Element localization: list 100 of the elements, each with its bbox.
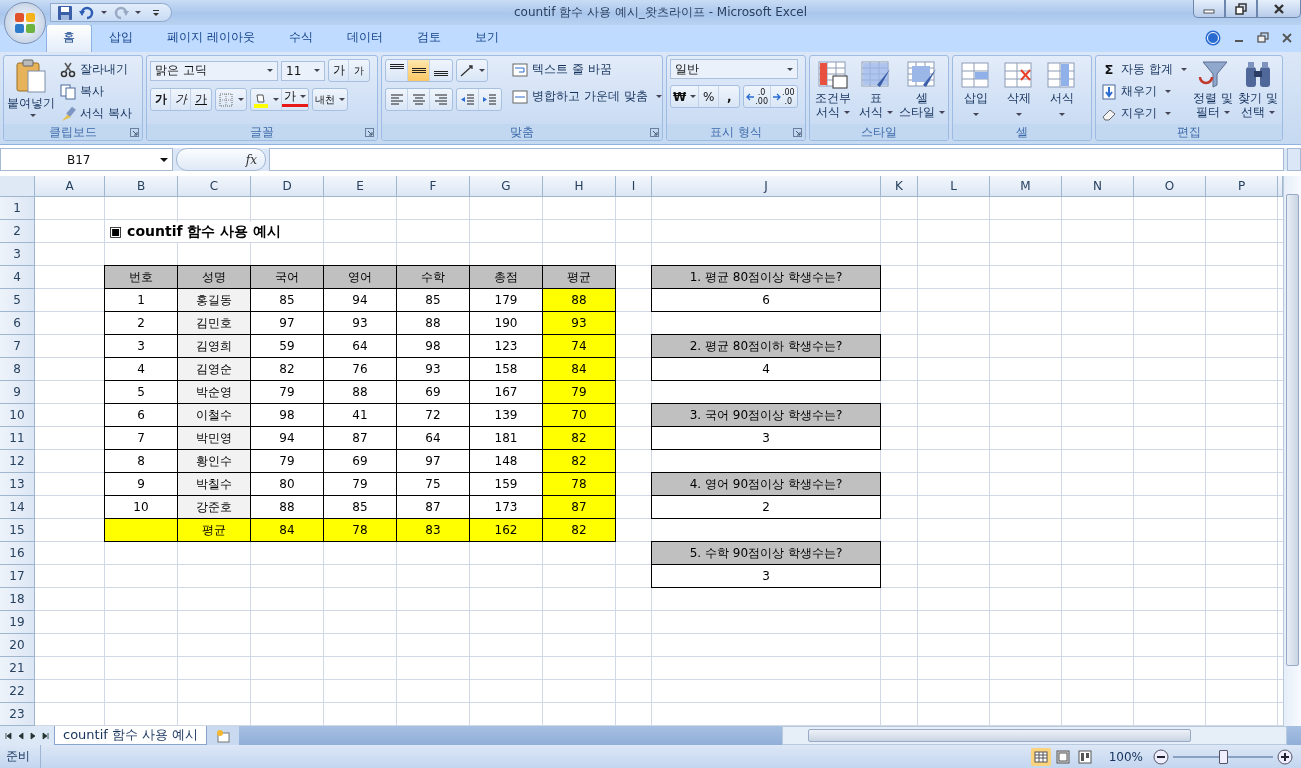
wrap-text-button[interactable]: 텍스트 줄 바꿈 <box>510 59 662 80</box>
column-header[interactable]: I <box>616 176 652 197</box>
column-header[interactable]: J <box>652 176 881 197</box>
column-header[interactable]: L <box>918 176 990 197</box>
column-header[interactable]: M <box>990 176 1062 197</box>
row-header[interactable]: 11 <box>0 427 35 450</box>
row-header[interactable]: 4 <box>0 266 35 289</box>
restore-icon[interactable] <box>1257 32 1269 44</box>
next-sheet-icon[interactable] <box>28 730 38 741</box>
column-header[interactable]: P <box>1206 176 1278 197</box>
row-header[interactable]: 5 <box>0 289 35 312</box>
ribbon-tab[interactable]: 수식 <box>271 24 330 52</box>
horizontal-scrollbar[interactable] <box>782 726 1287 745</box>
ribbon-button[interactable]: 셀 스타일 <box>899 59 945 119</box>
row-header[interactable]: 20 <box>0 634 35 657</box>
help-icon[interactable] <box>1205 30 1221 46</box>
italic-button[interactable]: 가 <box>171 89 191 110</box>
row-header[interactable]: 14 <box>0 496 35 519</box>
column-header[interactable]: B <box>105 176 178 197</box>
font-name-field[interactable]: 맑은 고딕 <box>150 60 278 81</box>
underline-button[interactable]: 가 <box>191 89 211 110</box>
save-icon[interactable] <box>57 4 73 21</box>
close-button[interactable] <box>1257 0 1301 18</box>
row-header[interactable]: 7 <box>0 335 35 358</box>
row-header[interactable]: 19 <box>0 611 35 634</box>
fill-color-button[interactable] <box>251 89 282 110</box>
ribbon-button[interactable]: 서식 <box>1042 59 1082 116</box>
bold-button[interactable]: 가 <box>151 89 171 110</box>
first-sheet-icon[interactable] <box>4 730 14 741</box>
row-header[interactable]: 17 <box>0 565 35 588</box>
caret-icon[interactable] <box>101 11 107 14</box>
row-header[interactable]: 13 <box>0 473 35 496</box>
column-header[interactable]: O <box>1134 176 1206 197</box>
scroll-thumb[interactable] <box>808 729 1191 742</box>
column-header[interactable]: E <box>324 176 397 197</box>
dialog-launcher-icon[interactable] <box>793 128 802 137</box>
ribbon-button[interactable]: 표 서식 <box>856 59 896 119</box>
paste-button[interactable]: 붙여넣기 <box>7 59 55 117</box>
row-header[interactable]: 9 <box>0 381 35 404</box>
percent-button[interactable]: % <box>699 86 720 107</box>
undo-icon[interactable] <box>79 4 95 21</box>
row-header[interactable]: 1 <box>0 197 35 220</box>
row-header[interactable]: 10 <box>0 404 35 427</box>
minimize-button[interactable] <box>1193 0 1225 18</box>
row-header[interactable]: 15 <box>0 519 35 542</box>
ribbon-button[interactable]: 삽입 <box>956 59 996 116</box>
column-header[interactable]: H <box>543 176 616 197</box>
column-header[interactable]: D <box>251 176 324 197</box>
currency-button[interactable]: ₩ <box>671 86 700 107</box>
font-size-field[interactable]: 11 <box>281 60 325 81</box>
scroll-thumb[interactable] <box>1286 194 1299 666</box>
zoom-level[interactable]: 100% <box>1108 749 1143 764</box>
row-header[interactable]: 2 <box>0 220 35 243</box>
restore-button[interactable] <box>1225 0 1257 18</box>
sheet-tab[interactable]: countif 함수 사용 예시 <box>54 726 208 745</box>
column-header[interactable]: K <box>881 176 918 197</box>
ribbon-button[interactable]: 복사 <box>58 81 134 102</box>
function-button[interactable]: fx <box>176 148 266 171</box>
name-box[interactable]: B17 <box>0 148 173 171</box>
ribbon-button[interactable]: 지우기 <box>1099 103 1189 124</box>
normal-view-icon[interactable] <box>1030 747 1051 766</box>
ribbon-button[interactable]: 삭제 <box>999 59 1039 116</box>
dialog-launcher-icon[interactable] <box>650 128 659 137</box>
ribbon-tab[interactable]: 삽입 <box>92 24 150 52</box>
last-sheet-icon[interactable] <box>40 730 50 741</box>
column-header[interactable]: C <box>178 176 251 197</box>
decrease-decimal-button[interactable]: .00 .0 <box>771 86 797 107</box>
merge-center-button[interactable]: 병합하고 가운데 맞춤 <box>510 86 662 107</box>
ribbon-tab[interactable]: 페이지 레이아웃 <box>150 24 272 52</box>
row-header[interactable]: 21 <box>0 657 35 680</box>
vertical-scrollbar[interactable] <box>1283 176 1301 726</box>
row-header[interactable]: 22 <box>0 680 35 703</box>
ribbon-button[interactable]: 찾기 및 선택 <box>1236 59 1279 119</box>
previous-sheet-icon[interactable] <box>16 730 26 741</box>
customize-menu-icon[interactable] <box>151 7 161 18</box>
comma-button[interactable]: , <box>719 86 740 107</box>
row-header[interactable]: 6 <box>0 312 35 335</box>
ribbon-button[interactable]: 정렬 및 필터 <box>1191 59 1234 119</box>
ribbon-button[interactable]: 서식 복사 <box>58 103 134 124</box>
caret-icon[interactable] <box>135 11 141 14</box>
grow-font-button[interactable]: 가 <box>329 60 349 81</box>
column-header[interactable]: A <box>35 176 105 197</box>
ribbon-tab[interactable]: 검토 <box>399 24 458 52</box>
column-header[interactable]: G <box>470 176 543 197</box>
ribbon-tab[interactable]: 데이터 <box>329 24 400 52</box>
vertical-align-button[interactable] <box>408 60 430 81</box>
ribbon-tab[interactable]: 보기 <box>457 24 516 52</box>
row-header[interactable]: 18 <box>0 588 35 611</box>
dialog-launcher-icon[interactable] <box>130 128 139 137</box>
phonetic-button[interactable]: 내천 <box>313 89 347 110</box>
column-header[interactable]: F <box>397 176 470 197</box>
row-header[interactable]: 8 <box>0 358 35 381</box>
number-format-field[interactable]: 일반 <box>670 59 798 79</box>
close-icon[interactable] <box>1281 32 1293 44</box>
zoom-in-icon[interactable] <box>1277 748 1293 765</box>
shrink-font-button[interactable]: 가 <box>349 60 369 81</box>
ribbon-button[interactable]: 조건부 서식 <box>813 59 853 119</box>
column-header[interactable]: N <box>1062 176 1134 197</box>
increase-decimal-button[interactable]: .0 .00 <box>744 86 771 107</box>
row-header[interactable]: 3 <box>0 243 35 266</box>
